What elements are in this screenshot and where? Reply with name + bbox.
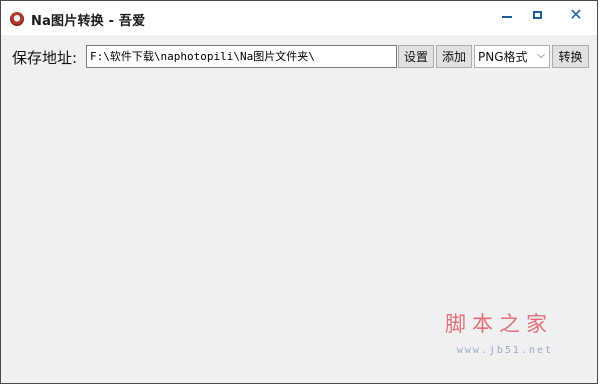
save-path-label: 保存地址: (12, 49, 78, 67)
save-path-input[interactable]: F:\软件下载\naphotopili\Na图片文件夹\ (86, 45, 397, 68)
format-select[interactable]: PNG格式 ⌵ (474, 45, 550, 68)
close-button[interactable]: ✕ (557, 1, 595, 29)
title-bar[interactable]: Na图片转换 - 吾爱 ✕ (1, 1, 597, 35)
settings-button[interactable]: 设置 (398, 45, 434, 68)
minimize-icon (502, 16, 512, 18)
close-icon: ✕ (569, 5, 583, 24)
window-title: Na图片转换 - 吾爱 (31, 14, 146, 29)
watermark-brand: 脚本之家 (445, 312, 553, 336)
format-select-value: PNG格式 (478, 50, 528, 64)
app-window: Na图片转换 - 吾爱 ✕ 保存地址: F:\软件下载\naphotopili\… (0, 0, 598, 384)
convert-button[interactable]: 转换 (552, 45, 589, 68)
app-icon[interactable] (10, 12, 24, 26)
chevron-down-icon: ⌵ (537, 50, 545, 61)
maximize-button[interactable] (517, 1, 557, 29)
watermark-url: www.jb51.net (456, 345, 553, 356)
add-button[interactable]: 添加 (436, 45, 472, 68)
maximize-icon (532, 11, 542, 19)
